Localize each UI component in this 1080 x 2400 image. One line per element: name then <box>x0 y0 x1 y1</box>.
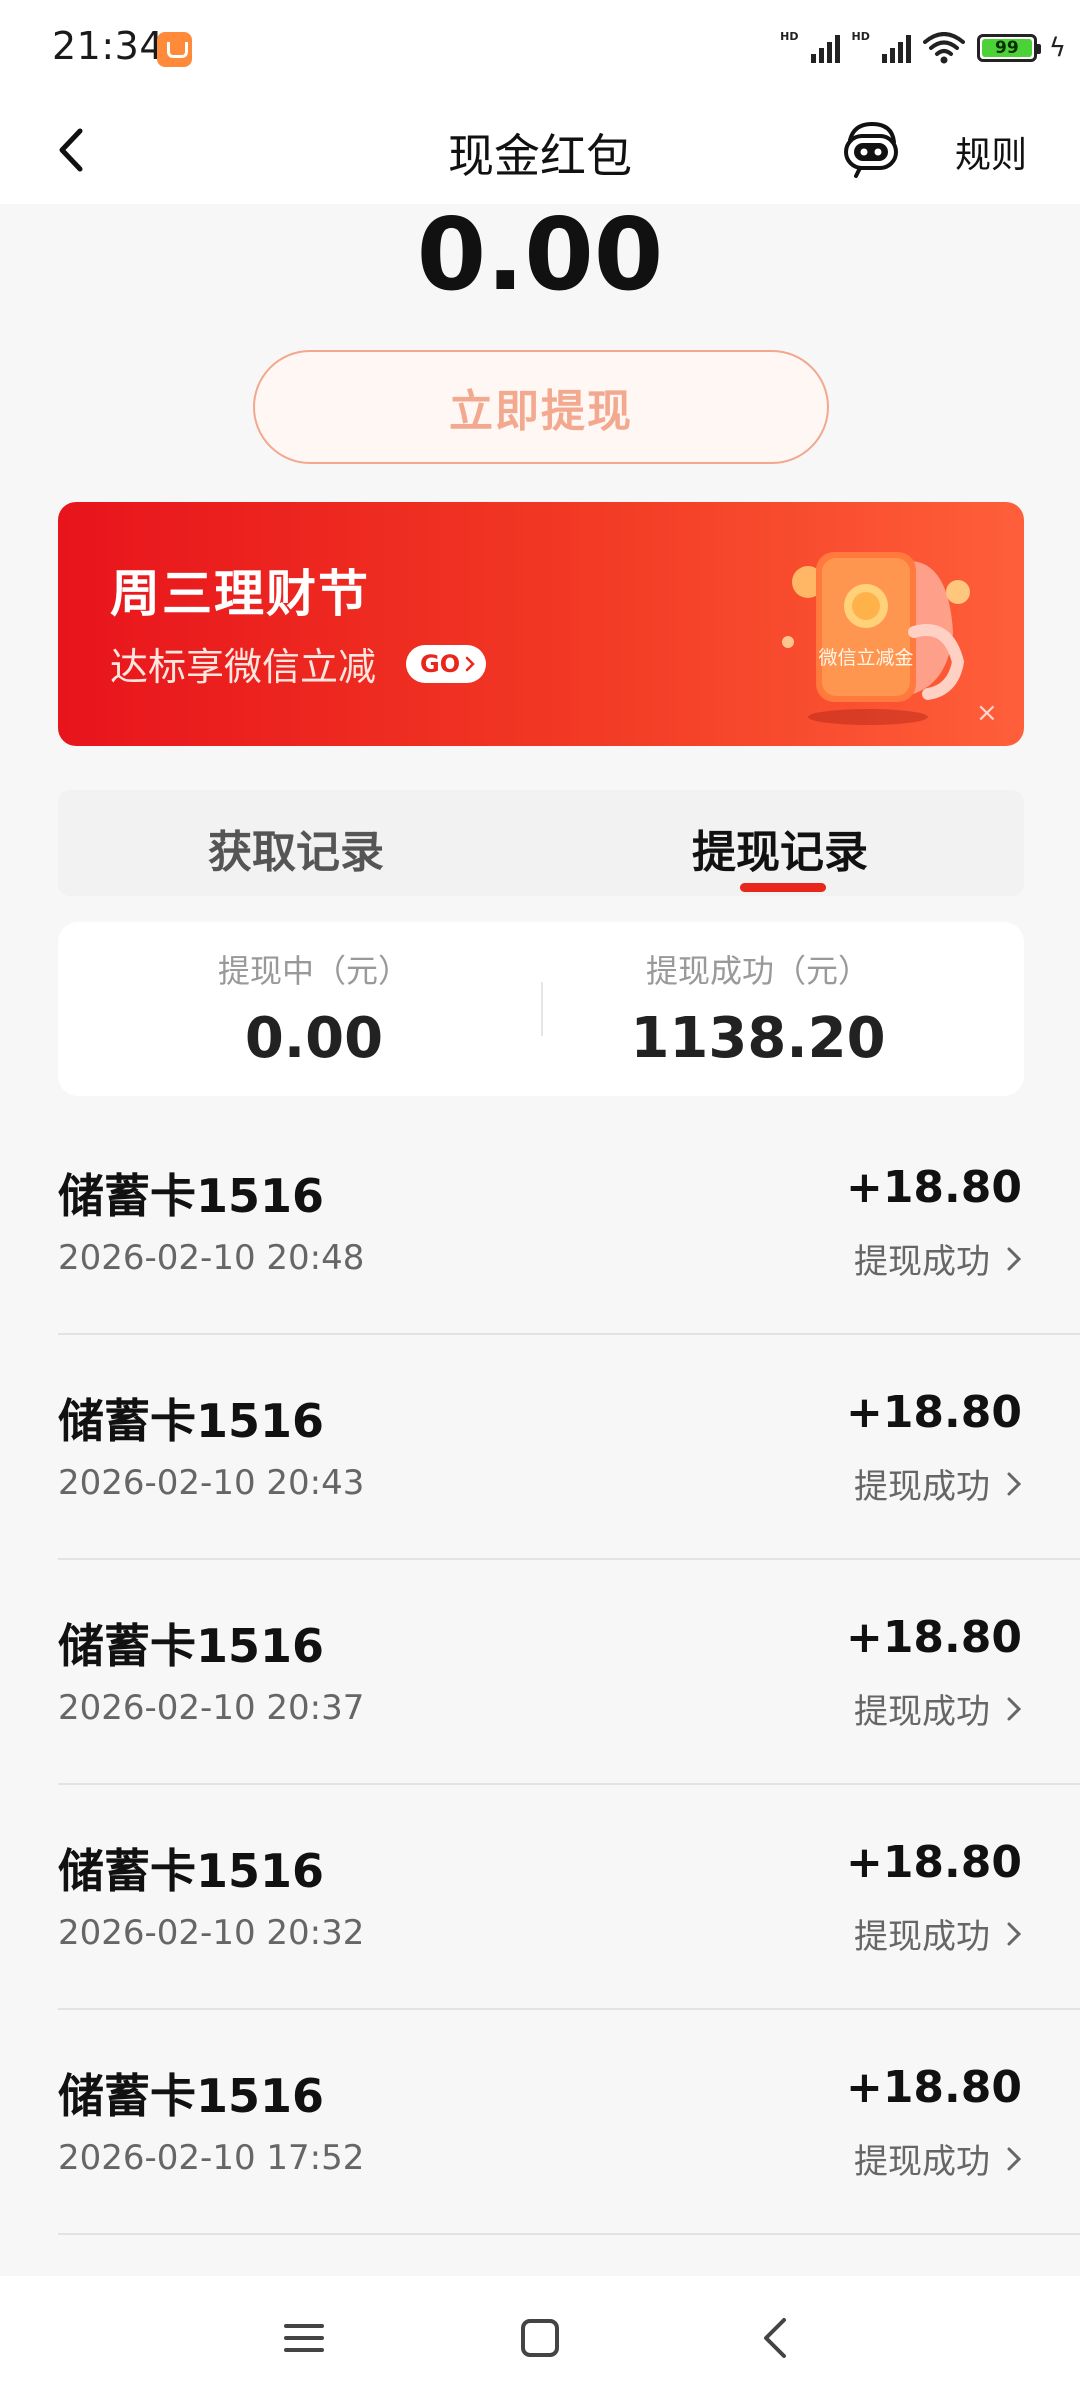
page-title: 现金红包 <box>448 129 632 183</box>
status-bar: 21:34 HD HD 99 ϟ <box>0 0 1080 96</box>
rules-link[interactable]: 规则 <box>955 126 1027 178</box>
record-status-label: 提现成功 <box>854 2142 990 2182</box>
go-button[interactable]: GO <box>406 645 487 683</box>
banner-title: 周三理财节 <box>110 565 370 623</box>
banner-art-label: 微信立减金 <box>818 647 913 669</box>
record-card-name: 储蓄卡1516 <box>58 1619 325 1673</box>
pending-summary: 提现中（元） 0.00 <box>104 946 524 1071</box>
battery-level: 99 <box>981 39 1032 57</box>
list-item[interactable]: 储蓄卡1516 2026-02-10 20:32 +18.80 提现成功 <box>58 1785 1080 2010</box>
withdraw-record-list: 储蓄卡1516 2026-02-10 20:48 +18.80 提现成功 储蓄卡… <box>0 1110 1080 2235</box>
record-card-name: 储蓄卡1516 <box>58 1394 325 1448</box>
record-time: 2026-02-10 20:43 <box>58 1463 365 1503</box>
record-time: 2026-02-10 20:32 <box>58 1913 365 1953</box>
success-value: 1138.20 <box>630 1006 886 1071</box>
battery-icon: 99 <box>976 34 1041 62</box>
charging-icon: ϟ <box>1048 33 1066 63</box>
record-status-label: 提现成功 <box>854 1917 990 1957</box>
record-card-name: 储蓄卡1516 <box>58 1169 325 1223</box>
withdraw-summary: 提现中（元） 0.00 提现成功（元） 1138.20 <box>58 922 1024 1096</box>
status-icons: HD HD 99 ϟ <box>780 28 1066 68</box>
withdraw-now-button[interactable]: 立即提现 <box>253 350 829 464</box>
tab-acquire-records[interactable]: 获取记录 <box>208 816 384 880</box>
record-tabs: 获取记录 提现记录 <box>58 790 1024 896</box>
record-time: 2026-02-10 17:52 <box>58 2138 365 2178</box>
hd-label: HD <box>780 29 799 43</box>
menu-icon <box>284 2324 324 2352</box>
record-amount: +18.80 <box>845 2062 1022 2113</box>
chevron-right-icon <box>1007 1247 1022 1270</box>
wifi-icon <box>922 32 965 64</box>
record-amount: +18.80 <box>845 1837 1022 1888</box>
banner-subtitle: 达标享微信立减 <box>110 645 377 689</box>
chevron-right-icon <box>1007 2147 1022 2170</box>
active-tab-indicator <box>740 883 826 892</box>
list-item[interactable]: 储蓄卡1516 2026-02-10 17:52 +18.80 提现成功 <box>58 2010 1080 2235</box>
system-back-button[interactable] <box>744 2306 808 2370</box>
list-item[interactable]: 储蓄卡1516 2026-02-10 20:48 +18.80 提现成功 <box>58 1110 1080 1335</box>
pending-label: 提现中（元） <box>217 952 410 990</box>
back-triangle-icon <box>764 2318 786 2358</box>
record-amount: +18.80 <box>845 1162 1022 1213</box>
header: 现金红包 规则 <box>0 96 1080 204</box>
recent-apps-button[interactable] <box>272 2306 336 2370</box>
tab-withdraw-records[interactable]: 提现记录 <box>692 816 868 880</box>
record-status: 提现成功 <box>854 1459 1022 1508</box>
record-status-label: 提现成功 <box>854 1692 990 1732</box>
record-amount: +18.80 <box>845 1387 1022 1438</box>
record-status-label: 提现成功 <box>854 1467 990 1507</box>
home-square-icon <box>521 2319 559 2357</box>
record-status: 提现成功 <box>854 1684 1022 1733</box>
chevron-right-icon <box>1007 1472 1022 1495</box>
record-status-label: 提现成功 <box>854 1242 990 1282</box>
record-status: 提现成功 <box>854 1234 1022 1283</box>
banner-close-icon[interactable]: × <box>976 698 998 728</box>
list-item[interactable]: 储蓄卡1516 2026-02-10 20:43 +18.80 提现成功 <box>58 1335 1080 1560</box>
balance-amount: 0.00 <box>416 196 664 313</box>
record-amount: +18.80 <box>845 1612 1022 1663</box>
status-time: 21:34 <box>52 24 165 68</box>
assistant-button[interactable] <box>840 118 902 180</box>
record-status: 提现成功 <box>854 2134 1022 2183</box>
record-card-name: 储蓄卡1516 <box>58 2069 325 2123</box>
success-summary: 提现成功（元） 1138.20 <box>548 946 968 1071</box>
success-label: 提现成功（元） <box>645 952 870 990</box>
chevron-right-icon <box>1007 1697 1022 1720</box>
chevron-right-icon <box>465 656 475 672</box>
record-time: 2026-02-10 20:37 <box>58 1688 365 1728</box>
record-card-name: 储蓄卡1516 <box>58 1844 325 1898</box>
signal-icon <box>881 33 911 63</box>
signal-icon <box>810 33 840 63</box>
hd-label: HD <box>851 29 870 43</box>
go-label: GO <box>420 650 461 678</box>
chevron-right-icon <box>1007 1922 1022 1945</box>
list-item[interactable]: 储蓄卡1516 2026-02-10 20:37 +18.80 提现成功 <box>58 1560 1080 1785</box>
record-time: 2026-02-10 20:48 <box>58 1238 365 1278</box>
summary-divider <box>541 982 543 1036</box>
home-button[interactable] <box>508 2306 572 2370</box>
robot-assistant-icon <box>844 121 898 178</box>
promo-banner[interactable]: 周三理财节 达标享微信立减 GO 微信立减金 × <box>58 502 1024 746</box>
pending-value: 0.00 <box>244 1006 384 1071</box>
system-nav-bar <box>0 2276 1080 2400</box>
record-status: 提现成功 <box>854 1909 1022 1958</box>
app-notification-icon <box>157 32 192 67</box>
